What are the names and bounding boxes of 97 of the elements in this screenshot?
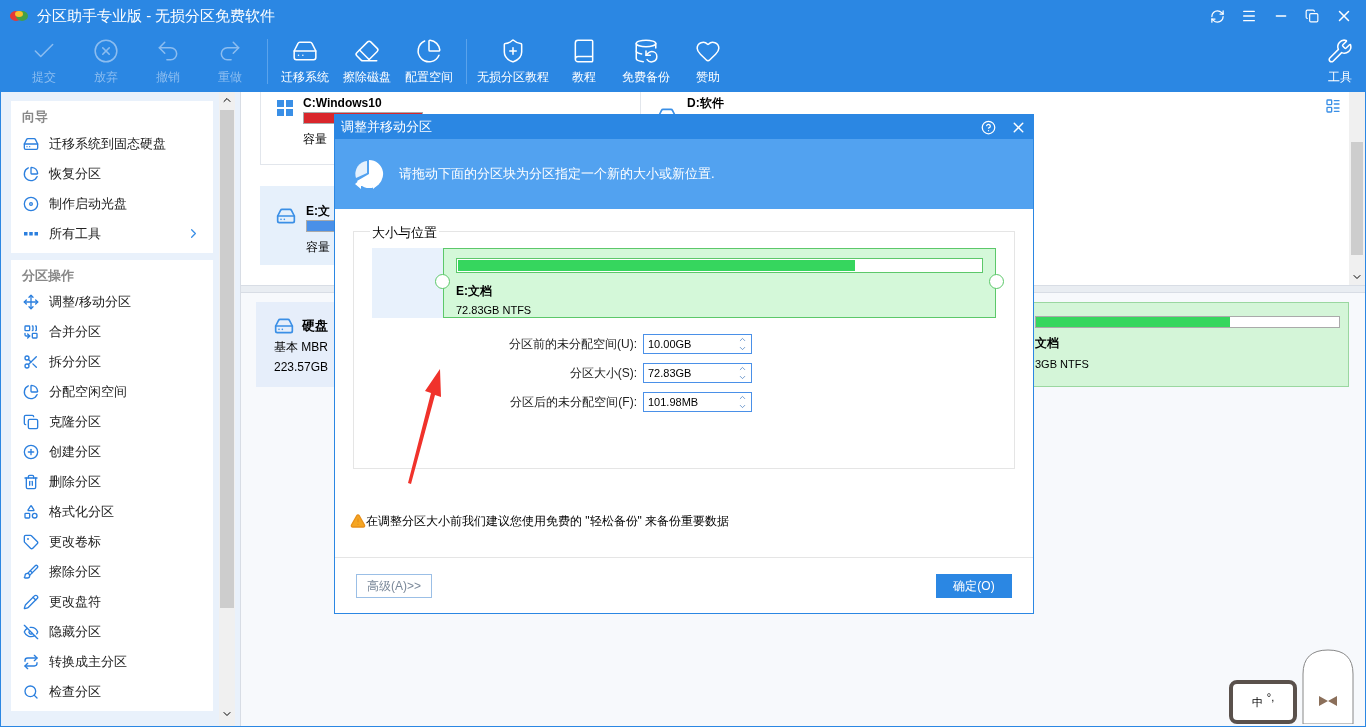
partition-name: E:文	[306, 204, 331, 218]
sidebar-item[interactable]: 更改盘符	[11, 587, 213, 617]
toolbar-button[interactable]: 工具	[1321, 31, 1359, 92]
drive-icon	[23, 135, 39, 152]
toolbar-button[interactable]: 免费备份	[615, 31, 677, 92]
pencil-icon	[23, 594, 39, 610]
windows-icon	[277, 100, 293, 116]
disk-type: 基本 MBR	[274, 339, 328, 356]
partition-name: E:文档	[456, 283, 493, 300]
sidebar-item[interactable]: 格式化分区	[11, 497, 213, 527]
ok-button[interactable]: 确定(O)	[936, 573, 1012, 598]
eye-off-icon	[23, 624, 39, 640]
spin-up-icon[interactable]	[738, 335, 747, 344]
cancel-icon	[93, 37, 119, 64]
field-label: 分区大小(S):	[569, 365, 637, 382]
sidebar-item[interactable]: 创建分区	[11, 437, 213, 467]
advanced-button[interactable]: 高级(A)>>	[356, 573, 432, 598]
pie-chart-icon	[23, 384, 39, 400]
sidebar-item[interactable]: 调整/移动分区	[11, 287, 213, 317]
sidebar-item[interactable]: 制作启动光盘	[11, 188, 213, 219]
database-icon	[633, 37, 659, 64]
spin-field[interactable]: 10.00GB	[643, 334, 752, 354]
spin-up-icon[interactable]	[738, 393, 747, 402]
sidebar-item[interactable]: 分配空闲空间	[11, 377, 213, 407]
toolbar-button[interactable]: 无损分区教程	[473, 31, 553, 92]
search-icon	[23, 684, 39, 700]
banner-text: 请拖动下面的分区块为分区指定一个新的大小或新位置.	[399, 165, 715, 184]
disc-icon	[23, 195, 39, 212]
restore-icon[interactable]	[1305, 9, 1319, 23]
spin-field[interactable]: 72.83GB	[643, 363, 752, 383]
copy-icon	[23, 414, 39, 430]
sidebar-item[interactable]: 合并分区	[11, 317, 213, 347]
window-title: 分区助手专业版 - 无损分区免费软件	[37, 5, 276, 26]
spin-down-icon[interactable]	[738, 373, 747, 382]
sidebar-item[interactable]: 迁移系统到固态硬盘	[11, 128, 213, 159]
toolbar-button[interactable]: 配置空间	[398, 31, 460, 92]
tag-icon	[23, 534, 39, 550]
brush-icon	[23, 564, 39, 580]
trash-icon	[23, 474, 39, 490]
app-logo-icon	[9, 8, 29, 24]
dialog-title: 调整并移动分区	[341, 118, 432, 137]
ime-punctuation: °,	[1266, 689, 1275, 705]
move-icon	[23, 294, 39, 310]
capacity-label: 容量	[306, 239, 331, 256]
section-title: 分区操作	[21, 266, 75, 285]
section-title: 向导	[21, 108, 49, 126]
spin-down-icon[interactable]	[738, 402, 747, 411]
toolbar-button[interactable]: 迁移系统	[274, 31, 336, 92]
merge-icon	[23, 324, 39, 340]
toolbar-button[interactable]: 赞助	[677, 31, 739, 92]
partition-block[interactable]: E:文档 72.83GB NTFS	[443, 248, 996, 318]
more-icon	[24, 231, 38, 236]
wrench-icon	[1327, 37, 1353, 64]
sidebar-item[interactable]: 擦除分区	[11, 557, 213, 587]
help-icon[interactable]	[981, 119, 996, 135]
ime-toolbar[interactable]: 中 °,	[1229, 680, 1297, 724]
spin-field[interactable]: 101.98MB	[643, 392, 752, 412]
sidebar-item[interactable]: 更改卷标	[11, 527, 213, 557]
ime-mode: 中	[1251, 694, 1263, 710]
sidebar-item[interactable]: 所有工具	[11, 218, 213, 249]
drive-icon	[276, 206, 296, 226]
sidebar-item[interactable]: 删除分区	[11, 467, 213, 497]
partition-name: C:Windows10	[303, 96, 383, 110]
sidebar-item[interactable]: 恢复分区	[11, 158, 213, 189]
toolbar-button[interactable]: 教程	[553, 31, 615, 92]
spin-up-icon[interactable]	[738, 364, 747, 373]
partition-info: 72.83GB NTFS	[456, 303, 533, 318]
warning-text: 在调整分区大小前我们建议您使用免费的 "轻松备份" 来备份重要数据	[366, 513, 730, 530]
refresh-icon[interactable]	[1210, 8, 1225, 24]
partition-info: 3GB NTFS	[1035, 357, 1090, 372]
partition-tile[interactable]: 文档 3GB NTFS	[1032, 302, 1349, 387]
sidebar-item[interactable]: 克隆分区	[11, 407, 213, 437]
field-label: 分区后的未分配空间(F):	[510, 394, 637, 411]
format-icon	[23, 504, 39, 520]
toolbar-button[interactable]: 擦除磁盘	[336, 31, 398, 92]
sidebar-item[interactable]: 转换成主分区	[11, 647, 213, 677]
sidebar-item[interactable]: 检查分区	[11, 677, 213, 707]
disk-name: 硬盘	[302, 317, 328, 336]
plus-icon	[23, 444, 39, 460]
warning-icon	[350, 513, 366, 529]
drive-icon	[274, 316, 294, 336]
capacity-label: 容量	[303, 131, 328, 148]
pie-chart-icon	[416, 37, 442, 64]
partition-name: D:软件	[687, 96, 724, 110]
repeat-icon	[23, 654, 39, 670]
pie-chart-icon	[23, 165, 39, 182]
unallocated-block	[372, 248, 443, 318]
sidebar-item[interactable]: 隐藏分区	[11, 617, 213, 647]
view-toggle-icon[interactable]	[1325, 98, 1341, 114]
field-label: 分区前的未分配空间(U):	[509, 336, 637, 353]
partition-name: 文档	[1035, 335, 1060, 352]
spin-down-icon[interactable]	[738, 344, 747, 353]
pie-arrows-icon	[353, 158, 385, 190]
scissors-icon	[23, 354, 39, 370]
disk-size: 223.57GB	[274, 359, 330, 376]
menu-icon[interactable]	[1241, 8, 1257, 24]
sidebar-item[interactable]: 拆分分区	[11, 347, 213, 377]
